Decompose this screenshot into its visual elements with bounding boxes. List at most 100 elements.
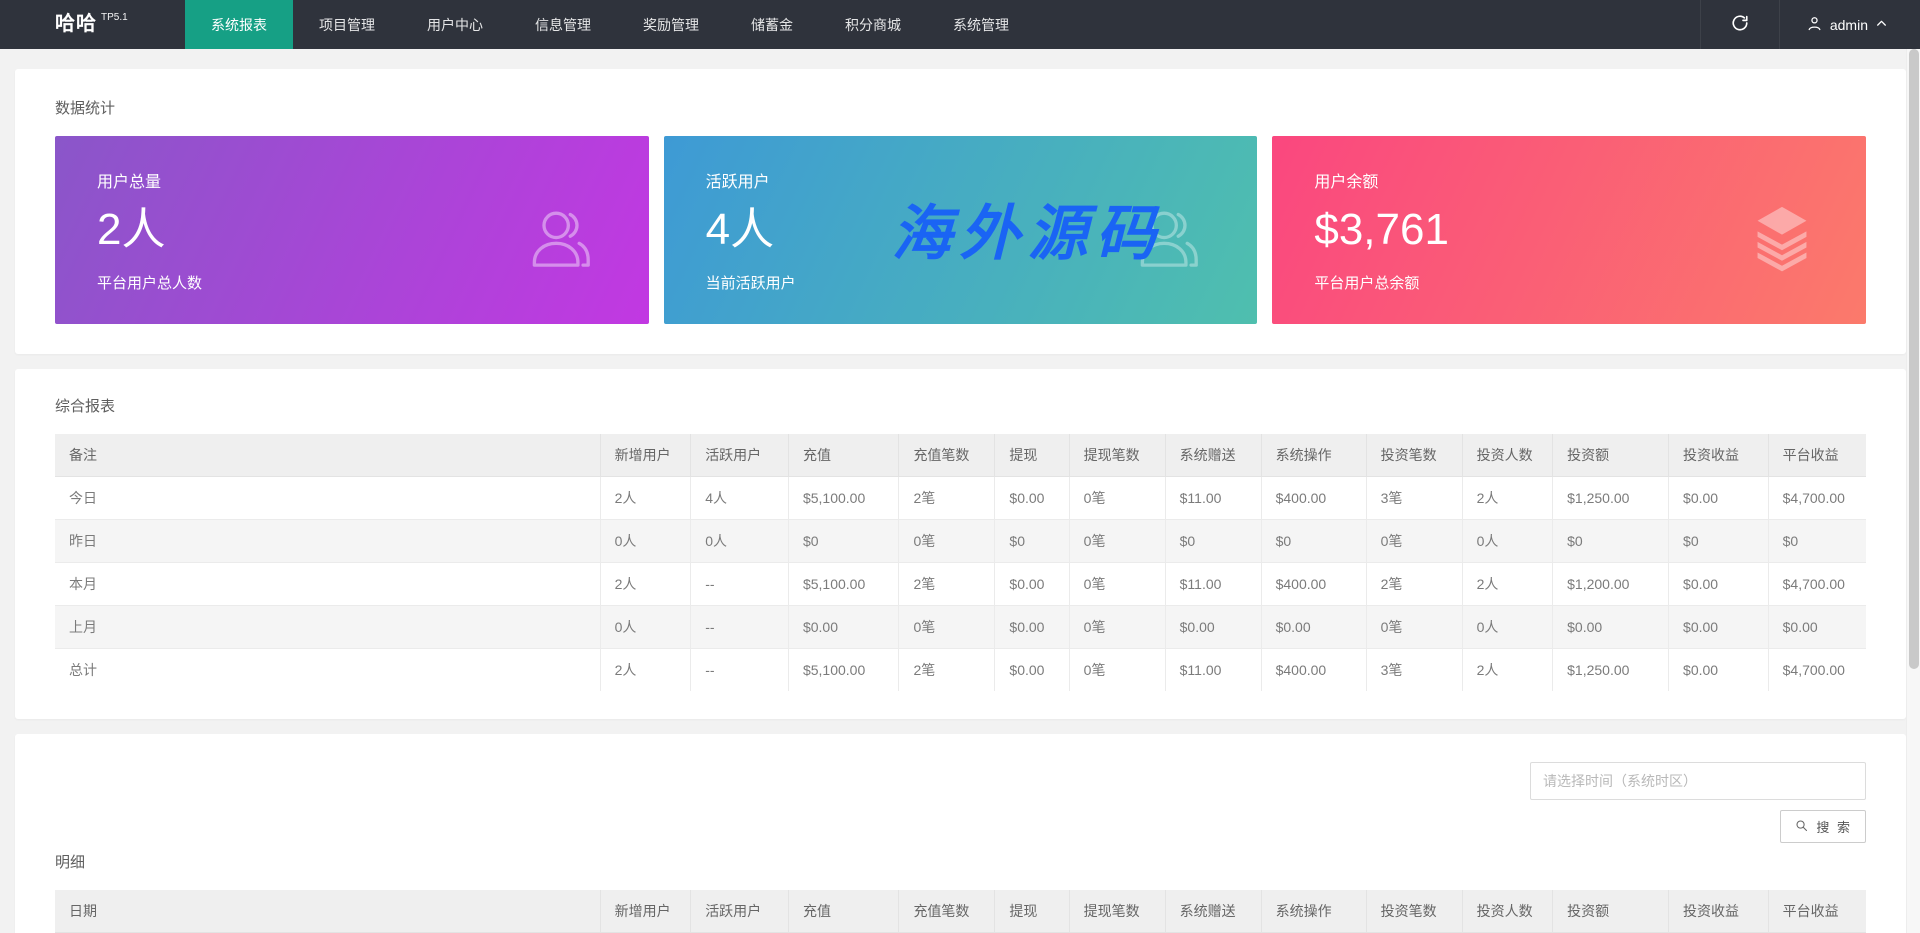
column-header: 新增用户: [600, 434, 691, 477]
table-cell: 3笔: [1366, 649, 1462, 692]
column-header: 投资收益: [1669, 434, 1769, 477]
table-cell: 0笔: [1366, 606, 1462, 649]
table-cell: $0.00: [1768, 606, 1866, 649]
stat-cards: 用户总量 2人 平台用户总人数 活跃用户 4人 当前活跃用户: [55, 136, 1866, 324]
table-cell: $1,250.00: [1553, 477, 1669, 520]
table-cell: 0笔: [899, 520, 995, 563]
table-cell: 0人: [691, 520, 789, 563]
table-cell: 0人: [1462, 606, 1553, 649]
table-cell: $0.00: [995, 563, 1069, 606]
table-cell: $0: [1261, 520, 1366, 563]
table-cell: 2人: [600, 649, 691, 692]
table-cell: 2人: [1462, 477, 1553, 520]
table-cell: $0.00: [788, 606, 898, 649]
search-icon: [1794, 818, 1809, 836]
nav-item-user-center[interactable]: 用户中心: [401, 0, 509, 49]
table-cell: 0人: [1462, 520, 1553, 563]
user-menu[interactable]: admin: [1779, 0, 1920, 49]
refresh-button[interactable]: [1700, 0, 1779, 49]
column-header: 投资额: [1553, 890, 1669, 933]
search-button[interactable]: 搜 索: [1780, 810, 1866, 843]
search-row: [55, 762, 1866, 800]
detail-panel: 搜 索 明细 日期新增用户活跃用户充值充值笔数提现提现笔数系统赠送系统操作投资笔…: [15, 734, 1906, 933]
nav-item-points-mall[interactable]: 积分商城: [819, 0, 927, 49]
layers-icon: [1746, 198, 1818, 278]
table-cell: $11.00: [1165, 649, 1261, 692]
table-cell: 上月: [55, 606, 600, 649]
table-cell: $0.00: [1669, 606, 1769, 649]
card-label: 用户余额: [1314, 168, 1866, 192]
app-title: 哈哈: [55, 11, 97, 37]
table-cell: $0.00: [1553, 606, 1669, 649]
table-cell: $400.00: [1261, 649, 1366, 692]
table-cell: $400.00: [1261, 477, 1366, 520]
detail-table: 日期新增用户活跃用户充值充值笔数提现提现笔数系统赠送系统操作投资笔数投资人数投资…: [55, 890, 1866, 933]
table-cell: --: [691, 563, 789, 606]
table-cell: $1,200.00: [1553, 563, 1669, 606]
table-cell: $0.00: [1165, 606, 1261, 649]
nav-item-project-management[interactable]: 项目管理: [293, 0, 401, 49]
table-cell: --: [691, 606, 789, 649]
time-range-input[interactable]: [1530, 762, 1866, 800]
header-row: 备注新增用户活跃用户充值充值笔数提现提现笔数系统赠送系统操作投资笔数投资人数投资…: [55, 434, 1866, 477]
table-cell: $11.00: [1165, 477, 1261, 520]
card-label: 活跃用户: [706, 168, 1258, 192]
table-cell: 0人: [600, 606, 691, 649]
stats-section-title: 数据统计: [55, 97, 1866, 118]
table-cell: 2人: [600, 477, 691, 520]
table-cell: 2笔: [899, 563, 995, 606]
column-header: 提现: [995, 434, 1069, 477]
table-cell: $0: [788, 520, 898, 563]
column-header: 投资笔数: [1366, 890, 1462, 933]
column-header: 新增用户: [600, 890, 691, 933]
table-cell: $1,250.00: [1553, 649, 1669, 692]
table-cell: $0: [1669, 520, 1769, 563]
app-logo[interactable]: 哈哈 TP5.1: [0, 0, 185, 49]
table-cell: 0笔: [1069, 606, 1165, 649]
table-cell: 2笔: [899, 477, 995, 520]
column-header: 投资人数: [1462, 434, 1553, 477]
search-button-row: 搜 索: [55, 810, 1866, 843]
table-cell: 4人: [691, 477, 789, 520]
scrollbar-thumb[interactable]: [1909, 49, 1919, 669]
table-cell: 2人: [1462, 649, 1553, 692]
table-cell: 0笔: [1069, 563, 1165, 606]
nav-item-system-reports[interactable]: 系统报表: [185, 0, 293, 49]
table-cell: $0: [1768, 520, 1866, 563]
nav-item-system-management[interactable]: 系统管理: [927, 0, 1035, 49]
table-cell: $0.00: [1669, 563, 1769, 606]
page-scrollbar[interactable]: [1906, 49, 1920, 933]
search-button-label: 搜 索: [1816, 817, 1852, 836]
table-cell: $4,700.00: [1768, 563, 1866, 606]
app-version-badge: TP5.1: [101, 12, 128, 23]
table-cell: 3笔: [1366, 477, 1462, 520]
column-header: 日期: [55, 890, 600, 933]
column-header: 系统赠送: [1165, 434, 1261, 477]
stat-card-total-users: 用户总量 2人 平台用户总人数: [55, 136, 649, 324]
column-header: 活跃用户: [691, 890, 789, 933]
nav-item-reward-management[interactable]: 奖励管理: [617, 0, 725, 49]
table-cell: 2笔: [899, 649, 995, 692]
table-cell: 总计: [55, 649, 600, 692]
table-cell: $0.00: [1669, 649, 1769, 692]
table-cell: $0.00: [1669, 477, 1769, 520]
table-cell: $0.00: [995, 477, 1069, 520]
header-row: 日期新增用户活跃用户充值充值笔数提现提现笔数系统赠送系统操作投资笔数投资人数投资…: [55, 890, 1866, 933]
nav-item-info-management[interactable]: 信息管理: [509, 0, 617, 49]
column-header: 平台收益: [1768, 434, 1866, 477]
table-cell: 2笔: [1366, 563, 1462, 606]
stats-panel: 数据统计 用户总量 2人 平台用户总人数 活跃用户 4人 当前活: [15, 69, 1906, 354]
column-header: 系统赠送: [1165, 890, 1261, 933]
users-icon: [519, 197, 601, 279]
nav-item-savings-fund[interactable]: 储蓄金: [725, 0, 819, 49]
nav-right: admin: [1700, 0, 1920, 49]
column-header: 系统操作: [1261, 434, 1366, 477]
table-cell: $5,100.00: [788, 477, 898, 520]
column-header: 备注: [55, 434, 600, 477]
table-cell: 0笔: [1069, 477, 1165, 520]
column-header: 投资收益: [1669, 890, 1769, 933]
username: admin: [1830, 17, 1868, 33]
summary-table: 备注新增用户活跃用户充值充值笔数提现提现笔数系统赠送系统操作投资笔数投资人数投资…: [55, 434, 1866, 691]
column-header: 活跃用户: [691, 434, 789, 477]
table-cell: $5,100.00: [788, 563, 898, 606]
